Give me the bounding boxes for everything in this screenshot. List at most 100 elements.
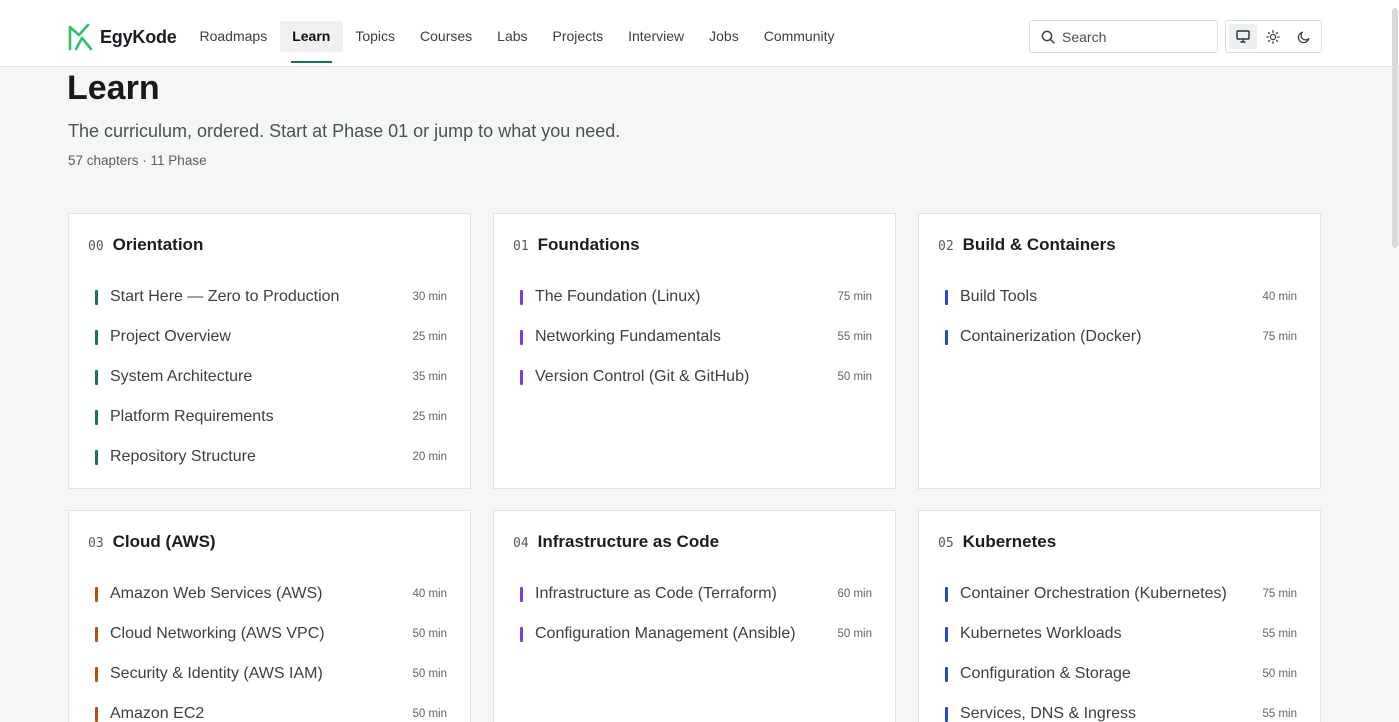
phase-card-build-containers: 02 Build & Containers Build Tools 40 min… (918, 213, 1321, 489)
phase-color-marker (95, 369, 98, 385)
chapter-title: Cloud Networking (AWS VPC) (110, 625, 325, 642)
chapter-item[interactable]: Amazon Web Services (AWS) 40 min (95, 574, 447, 614)
chapter-item[interactable]: Infrastructure as Code (Terraform) 60 mi… (520, 574, 872, 614)
phase-card-cloud-aws: 03 Cloud (AWS) Amazon Web Services (AWS)… (68, 510, 471, 722)
brand-logo[interactable]: EgyKode (67, 23, 177, 51)
chapter-title: Build Tools (960, 288, 1038, 305)
chapter-duration: 75 min (1262, 588, 1297, 600)
phase-card-orientation: 00 Orientation Start Here — Zero to Prod… (68, 213, 471, 489)
chapter-duration: 50 min (837, 371, 872, 383)
main-nav: Roadmaps Learn Topics Courses Labs Proje… (187, 21, 847, 63)
chapter-duration: 75 min (837, 291, 872, 303)
phase-color-marker (95, 409, 98, 425)
chapter-item[interactable]: Services, DNS & Ingress 55 min (945, 694, 1297, 722)
chapter-item[interactable]: The Foundation (Linux) 75 min (520, 277, 872, 317)
chapter-item[interactable]: Cloud Networking (AWS VPC) 50 min (95, 614, 447, 654)
phase-title: Infrastructure as Code (537, 532, 720, 551)
phase-number: 00 (88, 239, 104, 254)
phase-card-foundations: 01 Foundations The Foundation (Linux) 75… (493, 213, 896, 489)
chapter-item[interactable]: Platform Requirements 25 min (95, 397, 447, 437)
dark-theme-button[interactable] (1290, 24, 1318, 49)
top-navigation-bar: EgyKode Roadmaps Learn Topics Courses La… (0, 0, 1399, 67)
chapter-title: System Architecture (110, 368, 253, 385)
chapter-title: Configuration & Storage (960, 665, 1131, 682)
theme-switcher (1225, 20, 1322, 53)
chapter-title: Security & Identity (AWS IAM) (110, 665, 323, 682)
phase-number: 05 (938, 536, 954, 551)
phase-color-marker (95, 586, 98, 602)
chapter-item[interactable]: Kubernetes Workloads 55 min (945, 614, 1297, 654)
brand-name: EgyKode (100, 26, 177, 47)
chapter-title: Project Overview (110, 328, 231, 345)
chapter-duration: 35 min (412, 371, 447, 383)
phase-number: 02 (938, 239, 954, 254)
nav-jobs[interactable]: Jobs (697, 21, 752, 52)
search-input[interactable] (1062, 28, 1202, 45)
nav-topics[interactable]: Topics (343, 21, 408, 52)
chapter-duration: 60 min (837, 588, 872, 600)
phase-color-marker (95, 449, 98, 465)
chapter-list: Infrastructure as Code (Terraform) 60 mi… (520, 574, 872, 654)
nav-learn[interactable]: Learn (279, 21, 343, 63)
chapter-item[interactable]: Project Overview 25 min (95, 317, 447, 357)
chapter-item[interactable]: System Architecture 35 min (95, 357, 447, 397)
chapter-list: Container Orchestration (Kubernetes) 75 … (945, 574, 1297, 722)
phase-color-marker (945, 289, 948, 305)
chapter-item[interactable]: Networking Fundamentals 55 min (520, 317, 872, 357)
chapter-title: Container Orchestration (Kubernetes) (960, 585, 1227, 602)
phase-header: 02 Build & Containers (938, 235, 1116, 255)
search-box[interactable] (1029, 20, 1218, 53)
phase-header: 00 Orientation (88, 235, 203, 255)
chapter-duration: 50 min (412, 708, 447, 720)
phase-color-marker (520, 289, 523, 305)
scrollbar-thumb[interactable] (1392, 8, 1398, 248)
phase-header: 04 Infrastructure as Code (513, 532, 719, 552)
phase-title: Orientation (112, 235, 204, 254)
system-theme-button[interactable] (1229, 24, 1258, 49)
nav-community[interactable]: Community (751, 21, 847, 52)
phase-color-marker (945, 666, 948, 682)
chapter-duration: 55 min (837, 331, 872, 343)
phase-color-marker (95, 706, 98, 722)
phase-color-marker (520, 626, 523, 642)
phase-color-marker (95, 289, 98, 305)
phase-card-kubernetes: 05 Kubernetes Container Orchestration (K… (918, 510, 1321, 722)
phase-color-marker (95, 329, 98, 345)
chapter-duration: 50 min (412, 628, 447, 640)
chapter-item[interactable]: Security & Identity (AWS IAM) 50 min (95, 654, 447, 694)
egykode-logo-icon (68, 23, 93, 51)
chapter-item[interactable]: Configuration Management (Ansible) 50 mi… (520, 614, 872, 654)
nav-courses[interactable]: Courses (408, 21, 485, 52)
chapter-duration: 30 min (412, 291, 447, 303)
chapter-title: Kubernetes Workloads (960, 625, 1122, 642)
nav-labs[interactable]: Labs (485, 21, 540, 52)
search-icon (1041, 30, 1055, 44)
phase-color-marker (945, 626, 948, 642)
sun-icon (1266, 29, 1281, 44)
chapter-item[interactable]: Start Here — Zero to Production 30 min (95, 277, 447, 317)
chapter-item[interactable]: Containerization (Docker) 75 min (945, 317, 1297, 357)
nav-roadmaps[interactable]: Roadmaps (187, 21, 280, 52)
chapter-list: Build Tools 40 min Containerization (Doc… (945, 277, 1297, 357)
chapter-item[interactable]: Build Tools 40 min (945, 277, 1297, 317)
phase-color-marker (945, 329, 948, 345)
phase-card-infrastructure-as-code: 04 Infrastructure as Code Infrastructure… (493, 510, 896, 722)
light-theme-button[interactable] (1259, 24, 1287, 49)
curriculum-stats: 57 chapters · 11 Phase (68, 153, 207, 168)
chapter-duration: 25 min (412, 411, 447, 423)
chapter-item[interactable]: Configuration & Storage 50 min (945, 654, 1297, 694)
chapter-item[interactable]: Version Control (Git & GitHub) 50 min (520, 357, 872, 397)
chapter-item[interactable]: Container Orchestration (Kubernetes) 75 … (945, 574, 1297, 614)
chapter-item[interactable]: Amazon EC2 50 min (95, 694, 447, 722)
chapter-item[interactable]: Repository Structure 20 min (95, 437, 447, 477)
phase-number: 01 (513, 239, 529, 254)
chapter-duration: 50 min (412, 668, 447, 680)
chapter-duration: 20 min (412, 451, 447, 463)
chapter-title: Infrastructure as Code (Terraform) (535, 585, 777, 602)
page-scrollbar[interactable] (1391, 0, 1398, 722)
chapter-title: Amazon EC2 (110, 705, 205, 722)
nav-interview[interactable]: Interview (616, 21, 697, 52)
nav-projects[interactable]: Projects (540, 21, 616, 52)
chapter-list: Start Here — Zero to Production 30 min P… (95, 277, 447, 477)
monitor-icon (1236, 30, 1250, 43)
